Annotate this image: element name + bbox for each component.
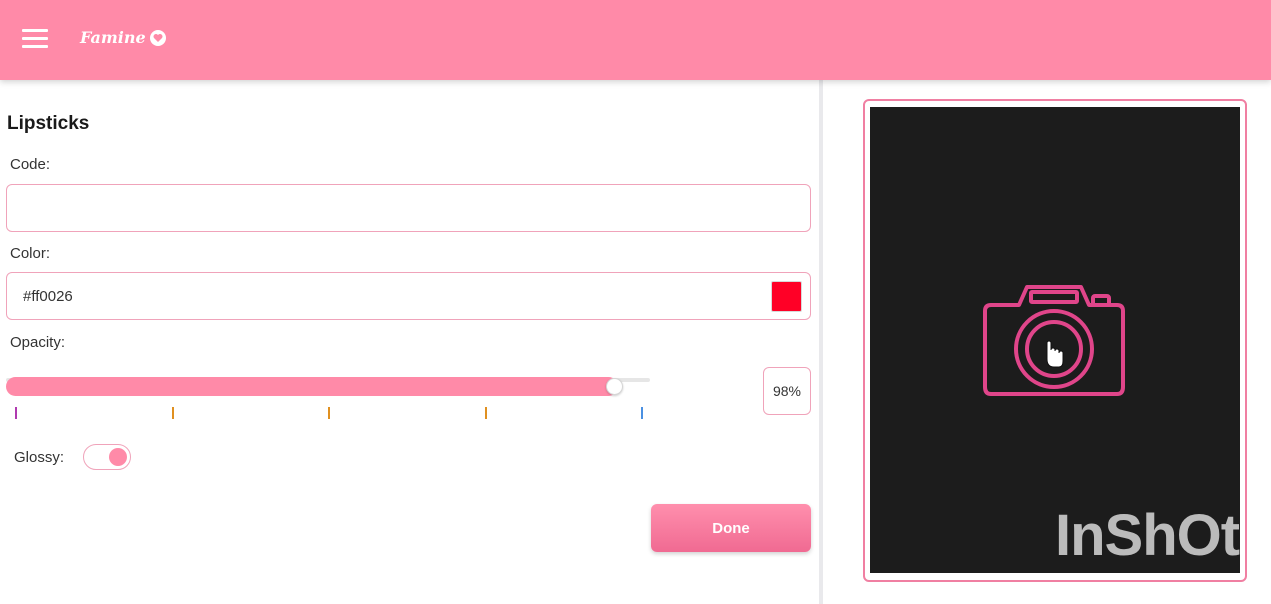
brand-logo[interactable]: Famine	[80, 28, 166, 47]
heart-icon	[149, 29, 166, 46]
panel-divider	[819, 80, 823, 604]
camera-icon[interactable]	[981, 281, 1129, 401]
code-label: Code:	[10, 156, 51, 173]
app-bar: Famine	[0, 0, 1271, 80]
color-field	[6, 272, 811, 320]
color-input[interactable]	[7, 273, 810, 319]
brand-name: Famine	[80, 28, 146, 47]
opacity-slider-thumb[interactable]	[605, 378, 623, 395]
form-title: Lipsticks	[7, 113, 90, 134]
done-button[interactable]: Done	[651, 504, 811, 552]
opacity-tick	[171, 407, 174, 419]
glossy-toggle[interactable]	[83, 444, 131, 470]
color-label: Color:	[10, 245, 51, 262]
hand-pointer-icon	[1046, 340, 1064, 368]
watermark: InShOt	[1055, 503, 1240, 568]
color-swatch[interactable]	[771, 281, 802, 312]
opacity-tick	[15, 407, 17, 419]
lipstick-form: Lipsticks Code: Color: Opacity: 98% Glos…	[0, 80, 819, 604]
code-field	[6, 184, 811, 232]
opacity-tick	[641, 407, 643, 419]
opacity-value[interactable]: 98%	[763, 367, 811, 415]
code-input[interactable]	[7, 185, 810, 231]
opacity-slider-fill	[6, 377, 618, 396]
opacity-label: Opacity:	[10, 334, 66, 351]
glossy-toggle-knob	[109, 448, 127, 466]
glossy-label: Glossy:	[14, 449, 65, 466]
opacity-tick	[484, 407, 487, 419]
menu-icon[interactable]	[22, 29, 48, 49]
opacity-tick	[328, 407, 330, 419]
